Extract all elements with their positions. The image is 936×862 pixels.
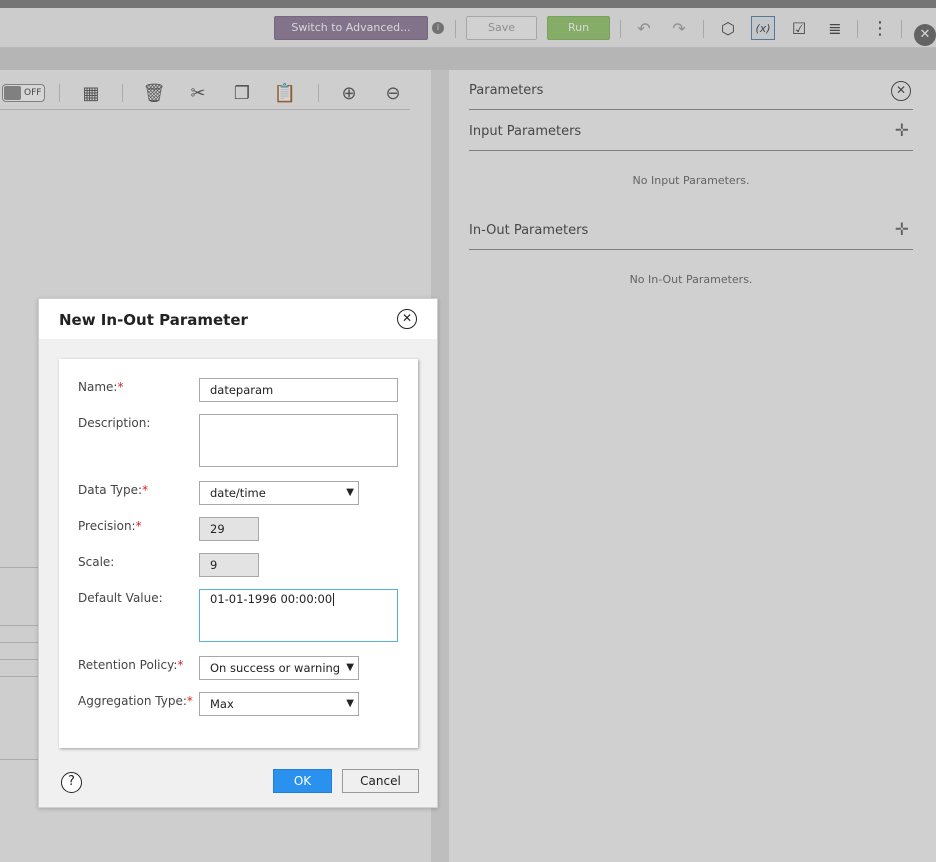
retention-policy-select[interactable]: On success or warning ▼	[199, 656, 359, 680]
retention-policy-label: Retention Policy:*	[78, 658, 184, 672]
aggregation-type-label: Aggregation Type:*	[78, 694, 193, 708]
aggregation-type-select[interactable]: Max ▼	[199, 692, 359, 716]
aggregation-type-value: Max	[210, 697, 234, 711]
scale-label: Scale:	[78, 555, 115, 569]
dropdown-caret-icon: ▼	[346, 487, 354, 498]
dropdown-caret-icon: ▼	[346, 662, 354, 673]
dropdown-caret-icon: ▼	[346, 698, 354, 709]
dialog-header: New In-Out Parameter ✕	[39, 299, 437, 339]
dialog-form: Name:* dateparam Description: Data Type:…	[59, 359, 418, 748]
help-icon[interactable]: ?	[61, 772, 82, 793]
precision-field: 29	[199, 517, 259, 541]
default-value-text: 01-01-1996 00:00:00	[210, 592, 333, 606]
default-value-textarea[interactable]: 01-01-1996 00:00:00	[199, 589, 398, 642]
description-label: Description:	[78, 416, 151, 430]
close-icon[interactable]: ✕	[397, 309, 417, 329]
precision-label: Precision:*	[78, 519, 142, 533]
data-type-select[interactable]: date/time ▼	[199, 481, 359, 505]
description-textarea[interactable]	[199, 414, 398, 467]
new-inout-parameter-dialog: New In-Out Parameter ✕ Name:* dateparam …	[38, 298, 438, 808]
text-cursor	[333, 593, 335, 606]
cancel-button[interactable]: Cancel	[342, 769, 419, 793]
dialog-title: New In-Out Parameter	[59, 311, 248, 329]
name-label: Name:*	[78, 380, 124, 394]
retention-policy-value: On success or warning	[210, 661, 341, 675]
data-type-value: date/time	[210, 486, 266, 500]
scale-field: 9	[199, 553, 259, 577]
ok-button[interactable]: OK	[273, 769, 332, 793]
name-input[interactable]: dateparam	[199, 378, 398, 402]
default-value-label: Default Value:	[78, 591, 163, 605]
data-type-label: Data Type:*	[78, 483, 149, 497]
